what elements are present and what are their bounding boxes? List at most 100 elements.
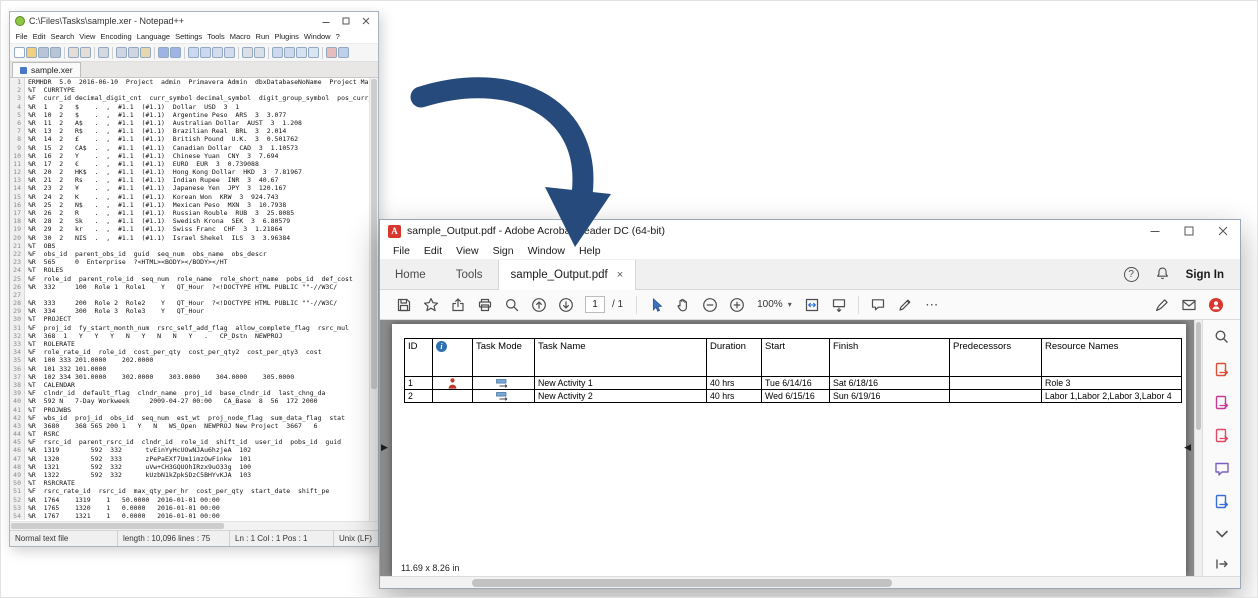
ac-vertical-scrollbar[interactable] bbox=[1194, 320, 1202, 576]
np-menu-tools[interactable]: Tools bbox=[205, 32, 228, 41]
record-macro-icon[interactable] bbox=[326, 47, 337, 58]
rail-search-icon[interactable] bbox=[1213, 329, 1231, 345]
fill-sign-icon[interactable] bbox=[1150, 293, 1174, 317]
fit-width-icon[interactable] bbox=[800, 293, 824, 317]
np-menu-macro[interactable]: Macro bbox=[227, 32, 253, 41]
send-email-icon[interactable] bbox=[1177, 293, 1201, 317]
rail-export-pdf-icon[interactable] bbox=[1213, 362, 1231, 378]
np-tab-sample-xer[interactable]: sample.xer bbox=[12, 62, 81, 77]
cut-icon[interactable] bbox=[116, 47, 127, 58]
nav-pane-expand-icon[interactable]: ▶ bbox=[381, 440, 388, 454]
ac-horizontal-scrollbar[interactable] bbox=[380, 576, 1240, 588]
print-icon[interactable] bbox=[98, 47, 109, 58]
save-icon[interactable] bbox=[392, 293, 416, 317]
ac-menu-window[interactable]: Window bbox=[521, 245, 572, 257]
tools-pane-collapse-icon[interactable]: ◀ bbox=[1184, 440, 1191, 454]
select-tool-icon[interactable] bbox=[644, 293, 668, 317]
hand-tool-icon[interactable] bbox=[671, 293, 695, 317]
np-close-button[interactable] bbox=[356, 13, 376, 28]
close-icon[interactable] bbox=[68, 47, 79, 58]
paste-icon[interactable] bbox=[140, 47, 151, 58]
share-icon[interactable] bbox=[446, 293, 470, 317]
tab-close-icon[interactable]: × bbox=[617, 269, 623, 281]
rail-comment-icon[interactable] bbox=[1213, 461, 1231, 477]
np-horizontal-scroll-thumb[interactable] bbox=[11, 523, 224, 529]
np-menu-language[interactable]: Language bbox=[134, 32, 172, 41]
pdf-page[interactable]: IDiTask ModeTask NameDurationStartFinish… bbox=[392, 324, 1186, 576]
np-vertical-scroll-thumb[interactable] bbox=[371, 79, 377, 389]
np-minimize-button[interactable] bbox=[316, 13, 336, 28]
notifications-bell-icon[interactable] bbox=[1155, 266, 1170, 284]
sign-in-button[interactable]: Sign In bbox=[1186, 269, 1224, 281]
zoom-in-icon[interactable] bbox=[212, 47, 223, 58]
np-menu-edit[interactable]: Edit bbox=[30, 32, 48, 41]
rail-combine-files-icon[interactable] bbox=[1213, 494, 1231, 510]
copy-icon[interactable] bbox=[128, 47, 139, 58]
ac-menu-file[interactable]: File bbox=[386, 245, 417, 257]
ac-page-canvas[interactable]: IDiTask ModeTask NameDurationStartFinish… bbox=[380, 320, 1202, 576]
ac-menu-edit[interactable]: Edit bbox=[417, 245, 449, 257]
indent-guide-icon[interactable] bbox=[296, 47, 307, 58]
rail-open-pane-icon[interactable] bbox=[1213, 557, 1231, 570]
play-macro-icon[interactable] bbox=[338, 47, 349, 58]
function-list-icon[interactable] bbox=[308, 47, 319, 58]
scrolling-mode-icon[interactable] bbox=[827, 293, 851, 317]
save-icon[interactable] bbox=[38, 47, 49, 58]
rail-create-pdf-icon[interactable] bbox=[1213, 395, 1231, 411]
np-menu-search[interactable]: Search bbox=[48, 32, 77, 41]
ac-horizontal-scroll-thumb[interactable] bbox=[472, 579, 892, 587]
rail-edit-pdf-icon[interactable] bbox=[1213, 428, 1231, 444]
new-file-icon[interactable] bbox=[14, 47, 25, 58]
ac-close-button[interactable] bbox=[1206, 220, 1240, 242]
zoom-level-select[interactable]: 100%▾ bbox=[752, 297, 797, 312]
ac-menu-view[interactable]: View bbox=[449, 245, 486, 257]
previous-page-icon[interactable] bbox=[527, 293, 551, 317]
ac-vertical-scroll-thumb[interactable] bbox=[1196, 322, 1201, 430]
rail-more-tools-chevron-icon[interactable] bbox=[1213, 527, 1231, 540]
ac-maximize-button[interactable] bbox=[1172, 220, 1206, 242]
help-icon[interactable]: ? bbox=[1124, 267, 1139, 282]
print-icon[interactable] bbox=[473, 293, 497, 317]
np-menu-settings[interactable]: Settings bbox=[173, 32, 205, 41]
find-icon[interactable] bbox=[500, 293, 524, 317]
redo-icon[interactable] bbox=[170, 47, 181, 58]
np-menu-run[interactable]: Run bbox=[253, 32, 272, 41]
open-file-icon[interactable] bbox=[26, 47, 37, 58]
next-page-icon[interactable] bbox=[554, 293, 578, 317]
save-all-icon[interactable] bbox=[50, 47, 61, 58]
np-menu-window[interactable]: Window bbox=[301, 32, 333, 41]
tab-home[interactable]: Home bbox=[380, 260, 441, 289]
show-all-chars-icon[interactable] bbox=[284, 47, 295, 58]
ac-menu-sign[interactable]: Sign bbox=[486, 245, 521, 257]
word-wrap-icon[interactable] bbox=[272, 47, 283, 58]
close-all-icon[interactable] bbox=[80, 47, 91, 58]
np-menu-help[interactable]: ? bbox=[333, 32, 342, 41]
np-vertical-scrollbar[interactable] bbox=[369, 78, 378, 521]
ac-titlebar[interactable]: A sample_Output.pdf - Adobe Acrobat Read… bbox=[380, 220, 1240, 242]
undo-icon[interactable] bbox=[158, 47, 169, 58]
np-horizontal-scrollbar[interactable] bbox=[10, 521, 378, 530]
np-menu-file[interactable]: File bbox=[13, 32, 30, 41]
np-maximize-button[interactable] bbox=[336, 13, 356, 28]
sync-vertical-icon[interactable] bbox=[242, 47, 253, 58]
np-menu-view[interactable]: View bbox=[77, 32, 98, 41]
np-editor[interactable]: 1ERMHDR 5.0 2016-06-10 Project admin Pri… bbox=[10, 78, 369, 521]
favorites-star-icon[interactable] bbox=[419, 293, 443, 317]
np-titlebar[interactable]: C:\Files\Tasks\sample.xer - Notepad++ bbox=[10, 12, 378, 29]
tab-document[interactable]: sample_Output.pdf × bbox=[498, 260, 637, 290]
page-number-input[interactable]: 1 bbox=[585, 296, 605, 313]
zoom-out-icon[interactable] bbox=[224, 47, 235, 58]
tab-tools[interactable]: Tools bbox=[441, 260, 498, 289]
ac-minimize-button[interactable] bbox=[1138, 220, 1172, 242]
more-tools-icon[interactable]: ⋯ bbox=[920, 293, 944, 317]
zoom-out-icon[interactable] bbox=[698, 293, 722, 317]
replace-icon[interactable] bbox=[200, 47, 211, 58]
find-icon[interactable] bbox=[188, 47, 199, 58]
profile-badge-icon[interactable] bbox=[1204, 293, 1228, 317]
highlight-tool-icon[interactable] bbox=[893, 293, 917, 317]
zoom-in-icon[interactable] bbox=[725, 293, 749, 317]
sync-horizontal-icon[interactable] bbox=[254, 47, 265, 58]
np-menu-encoding[interactable]: Encoding bbox=[98, 32, 134, 41]
comment-tool-icon[interactable] bbox=[866, 293, 890, 317]
np-menu-plugins[interactable]: Plugins bbox=[272, 32, 302, 41]
